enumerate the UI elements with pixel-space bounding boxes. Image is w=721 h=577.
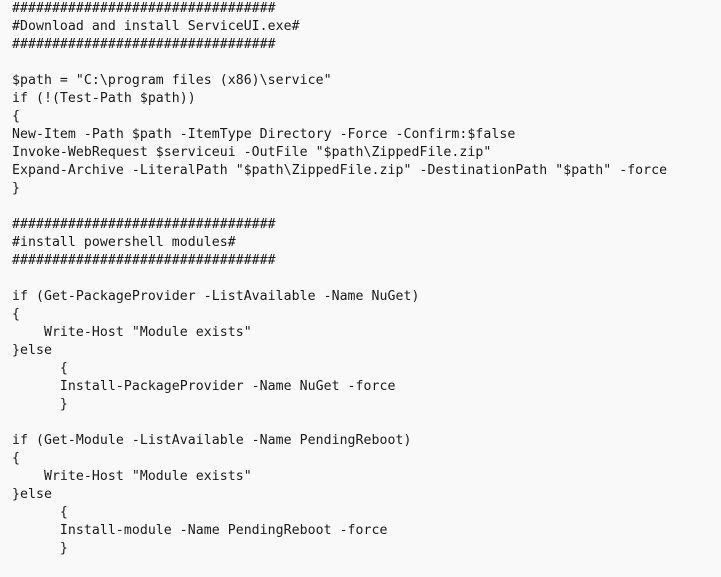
install-module-line: Install-module -Name PendingReboot -forc… <box>12 523 388 538</box>
open-brace-line: { <box>12 361 68 376</box>
open-brace-line: { <box>12 109 20 124</box>
nuget-if-line: if (Get-PackageProvider -ListAvailable -… <box>12 289 420 304</box>
write-host-line: Write-Host "Module exists" <box>12 469 252 484</box>
comment-banner-line: ################################# <box>12 1 276 16</box>
open-brace-line: { <box>12 307 20 322</box>
expand-archive-line: Expand-Archive -LiteralPath "$path\Zippe… <box>12 163 668 178</box>
close-brace-line: } <box>12 541 68 556</box>
write-host-line: Write-Host "Module exists" <box>12 325 252 340</box>
comment-download-heading: #Download and install ServiceUI.exe# <box>12 19 300 34</box>
else-line: }else <box>12 487 52 502</box>
test-path-if-line: if (!(Test-Path $path)) <box>12 91 196 106</box>
new-item-line: New-Item -Path $path -ItemType Directory… <box>12 127 516 142</box>
pendingreboot-if-line: if (Get-Module -ListAvailable -Name Pend… <box>12 433 412 448</box>
invoke-webrequest-line: Invoke-WebRequest $serviceui -OutFile "$… <box>12 145 492 160</box>
comment-banner-line: ################################# <box>12 37 276 52</box>
install-packageprovider-line: Install-PackageProvider -Name NuGet -for… <box>12 379 396 394</box>
open-brace-line: { <box>12 451 20 466</box>
comment-banner-line: ################################# <box>12 253 276 268</box>
comment-modules-heading: #install powershell modules# <box>12 235 236 250</box>
code-block: ################################# #Downl… <box>0 0 721 577</box>
close-brace-line: } <box>12 397 68 412</box>
close-brace-line: } <box>12 181 20 196</box>
else-line: }else <box>12 343 52 358</box>
open-brace-line: { <box>12 505 68 520</box>
comment-banner-line: ################################# <box>12 217 276 232</box>
path-assignment-line: $path = "C:\program files (x86)\service" <box>12 73 332 88</box>
